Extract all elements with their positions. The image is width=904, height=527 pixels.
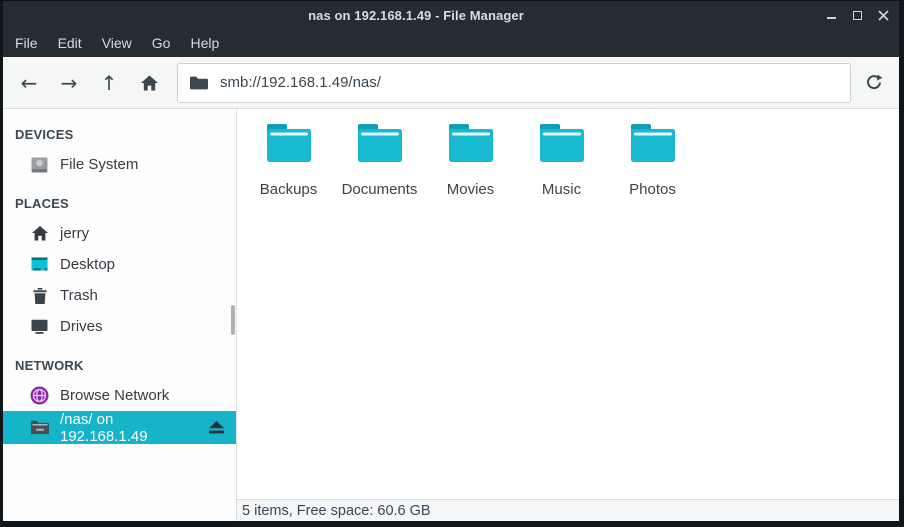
folder-backups[interactable]: Backups (243, 117, 334, 198)
file-view[interactable]: Backups Documents Mo (237, 109, 899, 499)
forward-icon: → (61, 73, 78, 93)
maximize-button[interactable] (851, 9, 863, 21)
sidebar-item-label: Trash (60, 287, 98, 304)
folder-icon (356, 124, 404, 166)
toolbar: ← → ↑ smb://192.168.1.49/nas/ (3, 57, 899, 109)
window-title: nas on 192.168.1.49 - File Manager (3, 8, 829, 23)
minimize-button[interactable] (825, 9, 837, 21)
eject-icon (209, 421, 224, 434)
folder-movies[interactable]: Movies (425, 117, 516, 198)
minimize-icon (827, 17, 836, 19)
maximize-icon (853, 11, 862, 20)
address-input[interactable]: smb://192.168.1.49/nas/ (220, 74, 381, 91)
sidebar-item-label: jerry (60, 225, 89, 242)
folder-documents[interactable]: Documents (334, 117, 425, 198)
refresh-button[interactable] (855, 63, 893, 103)
eject-button[interactable] (209, 421, 224, 434)
network-globe-icon (30, 386, 49, 405)
menu-go[interactable]: Go (142, 31, 181, 55)
home-icon (141, 75, 158, 91)
sidebar-item-browse-network[interactable]: Browse Network (3, 380, 236, 411)
menu-edit[interactable]: Edit (48, 31, 92, 55)
folder-icon (265, 124, 313, 166)
titlebar[interactable]: nas on 192.168.1.49 - File Manager (3, 1, 899, 29)
sidebar-item-desktop[interactable]: Desktop (3, 249, 236, 280)
up-button[interactable]: ↑ (89, 63, 129, 103)
menu-help[interactable]: Help (180, 31, 229, 55)
folder-label: Photos (629, 181, 676, 198)
folder-icon (629, 124, 677, 166)
folder-icon (538, 124, 586, 166)
sidebar-header-devices: DEVICES (3, 119, 236, 149)
sidebar-scrollbar[interactable] (231, 305, 235, 335)
address-bar[interactable]: smb://192.168.1.49/nas/ (177, 63, 851, 103)
sidebar-item-trash[interactable]: Trash (3, 280, 236, 311)
sidebar-item-label: Desktop (60, 256, 115, 273)
home-button[interactable] (129, 63, 169, 103)
folder-label: Backups (260, 181, 318, 198)
refresh-icon (865, 74, 883, 91)
main-column: Backups Documents Mo (237, 109, 899, 521)
folder-label: Documents (342, 181, 418, 198)
statusbar: 5 items, Free space: 60.6 GB (237, 499, 899, 521)
status-text: 5 items, Free space: 60.6 GB (242, 503, 431, 519)
sidebar-header-network: NETWORK (3, 350, 236, 380)
sidebar-item-jerry[interactable]: jerry (3, 218, 236, 249)
harddisk-icon (30, 157, 49, 173)
file-manager-window: nas on 192.168.1.49 - File Manager File … (0, 0, 904, 527)
sidebar-item-label: /nas/ on 192.168.1.49 (60, 411, 198, 445)
folder-label: Music (542, 181, 581, 198)
window-controls (825, 1, 889, 29)
forward-button[interactable]: → (49, 63, 89, 103)
sidebar: DEVICES File System PLACES jerry Desktop (3, 109, 237, 521)
folder-icon (190, 76, 208, 90)
menu-file[interactable]: File (5, 31, 48, 55)
sidebar-item-label: Drives (60, 318, 103, 335)
sidebar-item-file-system[interactable]: File System (3, 149, 236, 180)
drives-icon (30, 319, 49, 334)
menu-view[interactable]: View (92, 31, 142, 55)
back-button[interactable]: ← (9, 63, 49, 103)
up-icon: ↑ (101, 73, 118, 93)
shared-folder-icon (30, 420, 49, 435)
sidebar-item-nas-share[interactable]: /nas/ on 192.168.1.49 (3, 411, 236, 444)
folder-photos[interactable]: Photos (607, 117, 698, 198)
folder-label: Movies (447, 181, 495, 198)
close-icon (878, 10, 889, 21)
app-body: DEVICES File System PLACES jerry Desktop (3, 109, 899, 521)
sidebar-header-places: PLACES (3, 188, 236, 218)
folder-icon (447, 124, 495, 166)
trash-icon (30, 288, 49, 304)
home-icon (30, 226, 49, 241)
sidebar-item-drives[interactable]: Drives (3, 311, 236, 342)
close-button[interactable] (877, 9, 889, 21)
sidebar-item-label: File System (60, 156, 138, 173)
desktop-icon (30, 257, 49, 272)
back-icon: ← (21, 73, 38, 93)
folder-music[interactable]: Music (516, 117, 607, 198)
menubar: File Edit View Go Help (3, 29, 899, 57)
sidebar-item-label: Browse Network (60, 387, 169, 404)
